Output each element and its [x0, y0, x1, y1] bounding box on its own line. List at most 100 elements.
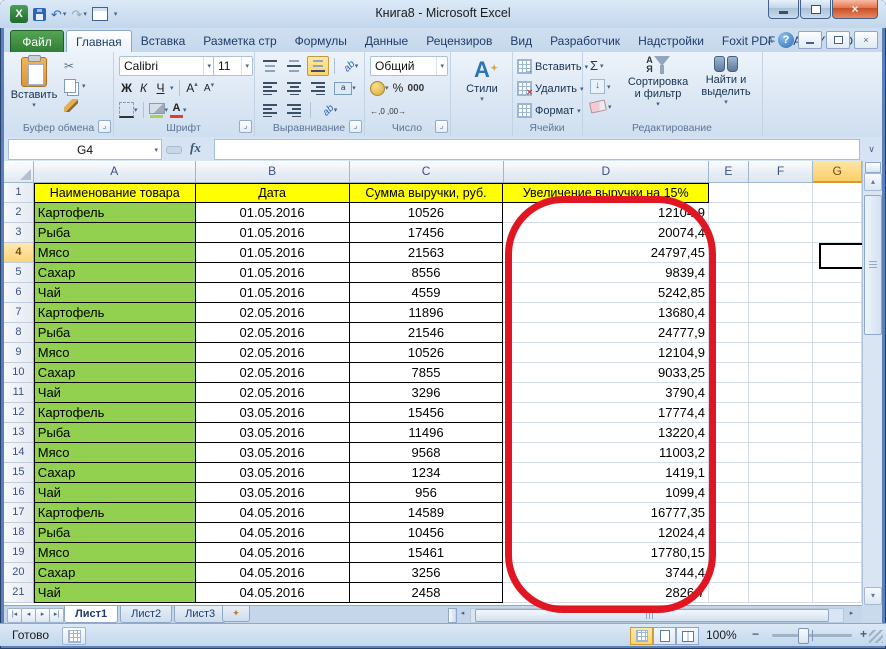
grid-cell[interactable]	[709, 403, 749, 423]
row-header-18[interactable]: 18	[4, 523, 34, 543]
scroll-down-button[interactable]: ▾	[864, 587, 882, 605]
row-header-6[interactable]: 6	[4, 283, 34, 303]
grid-cell[interactable]	[749, 503, 814, 523]
grid-cell[interactable]: 24777,9	[503, 323, 709, 343]
grid-cell[interactable]: Рыба	[34, 523, 196, 543]
grid-cell[interactable]: Картофель	[34, 503, 196, 523]
grid-cell[interactable]: 10526	[350, 343, 504, 363]
grid-cell[interactable]: 10526	[350, 203, 504, 223]
quick-print-preview-button[interactable]	[92, 7, 108, 21]
row-header-3[interactable]: 3	[4, 223, 34, 243]
grid-cell[interactable]: 5242,85	[503, 283, 709, 303]
grid-cell[interactable]	[709, 303, 749, 323]
grid-cell[interactable]: 3744,4	[503, 563, 709, 583]
grid-cell[interactable]	[709, 563, 749, 583]
grid-cell[interactable]	[749, 583, 814, 603]
macro-record-button[interactable]	[62, 627, 86, 645]
grid-cell[interactable]: 01.05.2016	[196, 223, 350, 243]
grid-cell[interactable]: 04.05.2016	[196, 563, 350, 583]
grid-cell[interactable]: 1234	[350, 463, 504, 483]
grid-cell[interactable]: Мясо	[34, 343, 196, 363]
align-left-button[interactable]	[259, 78, 281, 98]
grid-cell[interactable]: 03.05.2016	[196, 483, 350, 503]
grid-cell[interactable]: Рыба	[34, 323, 196, 343]
grid-cell[interactable]: 1419,1	[503, 463, 709, 483]
grid-cell[interactable]	[813, 383, 862, 403]
row-header-4[interactable]: 4	[4, 243, 34, 263]
grid-cell[interactable]: 11003,2	[503, 443, 709, 463]
grid-cell[interactable]	[709, 203, 749, 223]
grid-cell[interactable]: Чай	[34, 583, 196, 603]
insert-cells-button[interactable]: → Вставить▾	[517, 59, 588, 74]
grid-cell[interactable]: Мясо	[34, 543, 196, 563]
grid-cell[interactable]	[749, 183, 814, 203]
grid-cell[interactable]: Увеличение выручки на 15%	[503, 183, 709, 203]
decrease-font-button[interactable]: А▾	[202, 79, 217, 97]
italic-button[interactable]: К	[136, 79, 151, 97]
percent-style-button[interactable]: %	[391, 79, 406, 97]
grid-cell[interactable]	[813, 283, 862, 303]
grid-cell[interactable]: 04.05.2016	[196, 543, 350, 563]
sort-filter-button[interactable]: АЯ Сортировка и фильтр ▾	[622, 55, 694, 127]
row-header-19[interactable]: 19	[4, 543, 34, 563]
grid-cell[interactable]	[749, 463, 814, 483]
prev-sheet-button[interactable]: ◂	[21, 608, 36, 623]
row-header-1[interactable]: 1	[4, 183, 34, 203]
page-layout-view-button[interactable]	[653, 627, 676, 645]
grid-cell[interactable]: 02.05.2016	[196, 303, 350, 323]
grid-cell[interactable]: 8556	[350, 263, 504, 283]
grid-cell[interactable]	[709, 343, 749, 363]
font-size-combo[interactable]: 11▾	[213, 56, 253, 76]
collapse-ribbon-icon[interactable]: ∧	[767, 35, 774, 46]
grid-cell[interactable]: 9568	[350, 443, 504, 463]
grid-cell[interactable]	[709, 523, 749, 543]
grid-cell[interactable]	[813, 363, 862, 383]
name-box[interactable]: G4▾	[8, 139, 162, 160]
font-color-button[interactable]: А▾	[170, 101, 187, 119]
next-sheet-button[interactable]: ▸	[35, 608, 50, 623]
column-header-G[interactable]: G	[813, 161, 862, 183]
row-header-8[interactable]: 8	[4, 323, 34, 343]
increase-indent-button[interactable]	[283, 100, 305, 120]
resize-grip[interactable]	[869, 630, 883, 643]
row-header-17[interactable]: 17	[4, 503, 34, 523]
grid-cell[interactable]: 9839,4	[503, 263, 709, 283]
grid-cell[interactable]: Сумма выручки, руб.	[350, 183, 504, 203]
grid-cell[interactable]	[709, 223, 749, 243]
grid-cell[interactable]	[813, 463, 862, 483]
grid-cell[interactable]: Чай	[34, 483, 196, 503]
vertical-scroll-thumb[interactable]	[864, 195, 882, 335]
grid-cell[interactable]	[709, 383, 749, 403]
workbook-restore-button[interactable]	[826, 31, 850, 49]
grid-cell[interactable]	[749, 323, 814, 343]
row-header-16[interactable]: 16	[4, 483, 34, 503]
grid-cell[interactable]: 03.05.2016	[196, 403, 350, 423]
grid-cell[interactable]: 01.05.2016	[196, 283, 350, 303]
grid-cell[interactable]	[813, 563, 862, 583]
ribbon-tab[interactable]: Надстройки	[629, 30, 713, 51]
excel-logo-icon[interactable]: X	[10, 5, 28, 23]
sheet-tab-Лист3[interactable]: Лист3	[174, 606, 226, 623]
row-header-9[interactable]: 9	[4, 343, 34, 363]
grid-cell[interactable]: 01.05.2016	[196, 203, 350, 223]
grid-cell[interactable]	[813, 403, 862, 423]
ribbon-tab[interactable]: Разработчик	[541, 30, 629, 51]
align-right-button[interactable]	[307, 78, 329, 98]
workbook-close-button[interactable]: ×	[854, 31, 878, 49]
grid-cell[interactable]: Чай	[34, 283, 196, 303]
fill-button[interactable]: ↓▾	[590, 79, 611, 94]
grid-cell[interactable]	[709, 263, 749, 283]
align-middle-button[interactable]	[283, 56, 305, 76]
horizontal-scrollbar[interactable]	[470, 608, 844, 623]
grid-cell[interactable]: 9033,25	[503, 363, 709, 383]
grid-cell[interactable]: 03.05.2016	[196, 463, 350, 483]
grid-cell[interactable]	[709, 463, 749, 483]
close-button[interactable]: ×	[832, 0, 878, 19]
grid-cell[interactable]	[813, 483, 862, 503]
redo-button[interactable]: ↷▾	[71, 8, 86, 21]
dialog-launcher[interactable]: ⌟	[349, 120, 362, 133]
ribbon-tab[interactable]: Разметка стр	[194, 30, 285, 51]
grid-cell[interactable]	[749, 383, 814, 403]
grid-cell[interactable]: Картофель	[34, 303, 196, 323]
orientation-button[interactable]: ab▾	[340, 56, 362, 76]
